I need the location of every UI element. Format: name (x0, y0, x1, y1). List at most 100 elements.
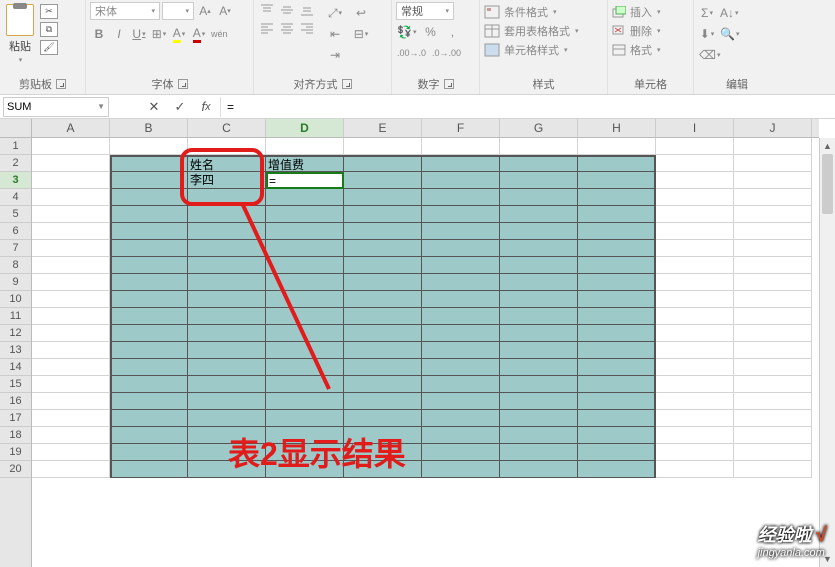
cell[interactable] (32, 155, 110, 172)
cell[interactable] (344, 172, 422, 189)
cell[interactable] (500, 342, 578, 359)
dialog-launcher-icon[interactable] (178, 79, 188, 89)
cell[interactable] (422, 240, 500, 257)
cell[interactable] (110, 223, 188, 240)
cell[interactable] (32, 393, 110, 410)
cell[interactable] (344, 376, 422, 393)
cell[interactable] (344, 223, 422, 240)
col-header-J[interactable]: J (734, 119, 812, 137)
cell[interactable] (578, 223, 656, 240)
cell[interactable] (500, 257, 578, 274)
cell[interactable] (110, 308, 188, 325)
vertical-scrollbar[interactable]: ▲ ▼ (819, 138, 835, 567)
currency-button[interactable]: 💱▾ (396, 23, 417, 41)
cell[interactable] (188, 410, 266, 427)
cell[interactable] (266, 325, 344, 342)
cell[interactable] (344, 257, 422, 274)
fill-button[interactable]: ⬇▾ (698, 25, 716, 43)
cell[interactable] (110, 257, 188, 274)
format-table-button[interactable]: 套用表格格式▾ (484, 23, 579, 39)
col-header-A[interactable]: A (32, 119, 110, 137)
autosum-button[interactable]: Σ▾ (698, 4, 716, 22)
cell[interactable] (422, 342, 500, 359)
cell[interactable] (422, 257, 500, 274)
sort-filter-button[interactable]: A↓▾ (719, 4, 740, 22)
cell[interactable] (656, 461, 734, 478)
cell[interactable] (32, 410, 110, 427)
row-header-9[interactable]: 9 (0, 274, 31, 291)
col-header-F[interactable]: F (422, 119, 500, 137)
cell[interactable] (266, 342, 344, 359)
cell[interactable] (422, 325, 500, 342)
cell[interactable] (344, 138, 422, 155)
row-header-19[interactable]: 19 (0, 444, 31, 461)
dialog-launcher-icon[interactable] (56, 79, 66, 89)
cell[interactable] (266, 376, 344, 393)
format-button[interactable]: 格式▾ (612, 42, 661, 58)
col-header-D[interactable]: D (266, 119, 344, 137)
align-left-icon[interactable] (258, 20, 276, 36)
row-header-1[interactable]: 1 (0, 138, 31, 155)
cell[interactable] (656, 325, 734, 342)
cell[interactable] (578, 274, 656, 291)
cell[interactable] (32, 342, 110, 359)
cell[interactable] (110, 410, 188, 427)
cell[interactable] (422, 376, 500, 393)
cell[interactable] (422, 206, 500, 223)
cell[interactable] (188, 461, 266, 478)
cell[interactable] (578, 172, 656, 189)
align-bottom-icon[interactable] (298, 2, 316, 18)
cell[interactable]: 增值费 (266, 155, 344, 172)
cell[interactable] (110, 138, 188, 155)
scroll-thumb[interactable] (822, 154, 833, 214)
percent-button[interactable]: % (421, 23, 439, 41)
cell[interactable] (32, 461, 110, 478)
cell[interactable] (110, 172, 188, 189)
cell[interactable] (578, 189, 656, 206)
cell[interactable] (266, 223, 344, 240)
cell[interactable] (734, 206, 812, 223)
row-header-10[interactable]: 10 (0, 291, 31, 308)
cell[interactable] (32, 223, 110, 240)
cell[interactable] (500, 393, 578, 410)
cell[interactable] (656, 291, 734, 308)
cell[interactable] (422, 359, 500, 376)
cell[interactable] (578, 206, 656, 223)
cell[interactable] (734, 444, 812, 461)
cell[interactable] (422, 461, 500, 478)
cell[interactable] (422, 189, 500, 206)
formula-input[interactable]: = (220, 97, 835, 117)
cell[interactable] (422, 444, 500, 461)
align-top-icon[interactable] (258, 2, 276, 18)
cell[interactable] (266, 138, 344, 155)
cell[interactable] (656, 427, 734, 444)
cell[interactable] (32, 359, 110, 376)
cell[interactable] (110, 206, 188, 223)
cell[interactable] (188, 206, 266, 223)
cell[interactable] (734, 274, 812, 291)
cell[interactable] (188, 393, 266, 410)
cell[interactable] (188, 325, 266, 342)
cell[interactable] (734, 359, 812, 376)
cell[interactable] (656, 155, 734, 172)
cell[interactable] (344, 410, 422, 427)
cell[interactable] (656, 274, 734, 291)
row-header-14[interactable]: 14 (0, 359, 31, 376)
cell[interactable] (500, 172, 578, 189)
cell[interactable]: 姓名 (188, 155, 266, 172)
cell[interactable] (422, 393, 500, 410)
phonetic-button[interactable]: wén (210, 25, 229, 43)
cell[interactable] (188, 138, 266, 155)
cell[interactable] (734, 138, 812, 155)
paste-button[interactable]: 粘贴 ▾ (4, 2, 36, 66)
cell[interactable] (656, 410, 734, 427)
cell[interactable] (656, 308, 734, 325)
font-name-combo[interactable]: 宋体▾ (90, 2, 160, 20)
cell[interactable] (344, 308, 422, 325)
row-header-2[interactable]: 2 (0, 155, 31, 172)
cell[interactable] (344, 444, 422, 461)
cell[interactable] (110, 393, 188, 410)
cell[interactable] (110, 444, 188, 461)
cell[interactable] (266, 206, 344, 223)
cell[interactable] (578, 359, 656, 376)
